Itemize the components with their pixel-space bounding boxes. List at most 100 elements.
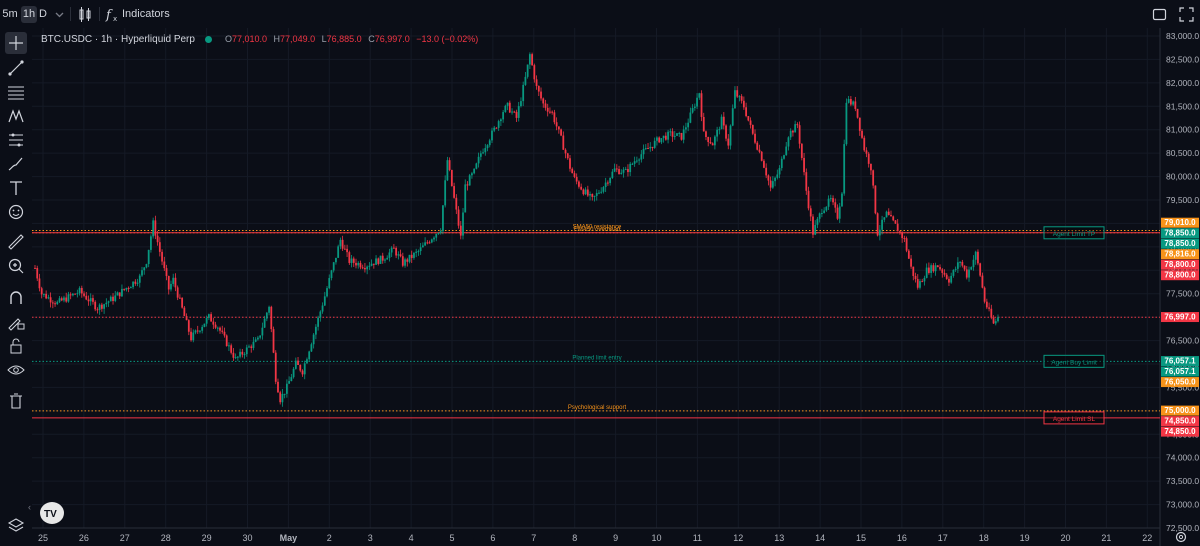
candle [894, 220, 897, 224]
candle [787, 137, 790, 147]
candle [343, 248, 346, 250]
candle [916, 279, 919, 288]
candle [789, 130, 792, 138]
candle [297, 360, 299, 365]
collapse-arrow-icon[interactable]: ‹ [28, 502, 31, 512]
candle [446, 160, 449, 181]
fullscreen-icon[interactable] [1151, 6, 1168, 23]
candle [731, 108, 734, 126]
candle [464, 184, 467, 213]
candle-style-icon[interactable] [77, 6, 94, 23]
candle [517, 106, 520, 118]
candle [901, 232, 904, 239]
agent-order-label[interactable]: Agent Buy Limit [1051, 359, 1097, 366]
x-tick-label: 28 [161, 533, 171, 543]
timeframe-d-button[interactable]: D [37, 6, 49, 23]
indicators-button[interactable]: Indicators [122, 6, 170, 23]
candle [760, 151, 763, 161]
y-tick-label: 81,000.0 [1166, 125, 1199, 135]
symbol-name[interactable]: BTC.USDC · 1h · Hyperliquid Perp [41, 34, 195, 45]
candle [555, 122, 558, 127]
text-icon[interactable] [5, 177, 27, 199]
candle [738, 96, 741, 98]
ruler-icon[interactable] [5, 231, 27, 253]
brush-icon[interactable] [5, 153, 27, 175]
candle [644, 148, 647, 150]
agent-order-label[interactable]: Agent Limit SL [1053, 416, 1096, 423]
candle [932, 265, 935, 272]
candle [80, 287, 83, 294]
candle [983, 287, 986, 302]
candle [771, 181, 774, 188]
candle [462, 212, 464, 236]
candle [303, 363, 306, 375]
candle [936, 265, 939, 268]
candle [254, 339, 257, 342]
candle [212, 321, 215, 325]
tradingview-logo[interactable]: TV [40, 502, 64, 524]
candle [526, 64, 529, 77]
candle [355, 262, 357, 266]
candle [283, 393, 286, 395]
candle [805, 172, 808, 191]
x-tick-label: 13 [774, 533, 784, 543]
candle [63, 297, 65, 301]
y-tick-label: 76,500.0 [1166, 336, 1199, 346]
high-value: 77,049.0 [280, 34, 316, 44]
candle [138, 275, 141, 283]
pattern-icon[interactable] [5, 105, 27, 127]
lock-icon[interactable] [5, 335, 27, 357]
candle [551, 111, 554, 113]
prediction-icon[interactable] [5, 129, 27, 151]
candle [161, 251, 163, 262]
indicators-icon[interactable]: f x [104, 6, 121, 23]
candle [598, 192, 600, 194]
crosshair-icon[interactable] [5, 32, 27, 54]
candle [698, 93, 701, 98]
candle [326, 288, 328, 297]
price-tag-label: 78,800.0 [1164, 271, 1196, 280]
candle [988, 307, 990, 309]
candle [653, 140, 656, 148]
candle [635, 160, 638, 162]
fib-retracement-icon[interactable] [5, 81, 27, 103]
chart-area[interactable]: 25 26 27 28 29 30 May 2 3 4 5 6 7 8 9 10 11 12 13 14 15 16 17 1… [32, 28, 1200, 546]
layers-icon[interactable] [5, 515, 27, 537]
candle [107, 301, 110, 303]
candle [604, 182, 607, 188]
magnet-icon[interactable] [5, 287, 27, 309]
open-key: O [224, 34, 232, 44]
trash-icon[interactable] [5, 390, 27, 412]
lock-drawing-icon[interactable] [5, 311, 27, 333]
candle [176, 287, 179, 298]
timeframe-1h-button[interactable]: 1h [21, 6, 37, 23]
candle [132, 281, 134, 288]
price-tag-label: 76,057.1 [1164, 357, 1196, 366]
chevron-down-icon[interactable] [51, 6, 68, 23]
drawing-toolbar [0, 28, 32, 546]
candle [484, 148, 487, 153]
candle [335, 257, 337, 263]
candle [580, 186, 583, 190]
emoji-icon[interactable] [5, 201, 27, 223]
trend-line-icon[interactable] [5, 57, 27, 79]
zoom-in-icon[interactable] [5, 255, 27, 277]
price-chart[interactable]: 25 26 27 28 29 30 May 2 3 4 5 6 7 8 9 10 11 12 13 14 15 16 17 1… [32, 28, 1200, 546]
candle [856, 108, 859, 118]
candle [147, 249, 150, 265]
candle [417, 251, 420, 253]
candle [903, 238, 906, 240]
screenshot-icon[interactable] [1178, 6, 1195, 23]
candle [112, 296, 114, 301]
agent-order-label[interactable]: Agent Limit TP [1053, 231, 1096, 238]
candle [680, 133, 683, 140]
candle [624, 169, 627, 171]
candle [312, 334, 315, 345]
gear-icon[interactable] [1174, 530, 1188, 544]
candle [727, 138, 730, 146]
eye-icon[interactable] [5, 359, 27, 381]
candle [578, 181, 580, 187]
timeframe-5m-button[interactable]: 5m [2, 6, 18, 23]
candle [890, 214, 892, 217]
candle [584, 189, 587, 195]
